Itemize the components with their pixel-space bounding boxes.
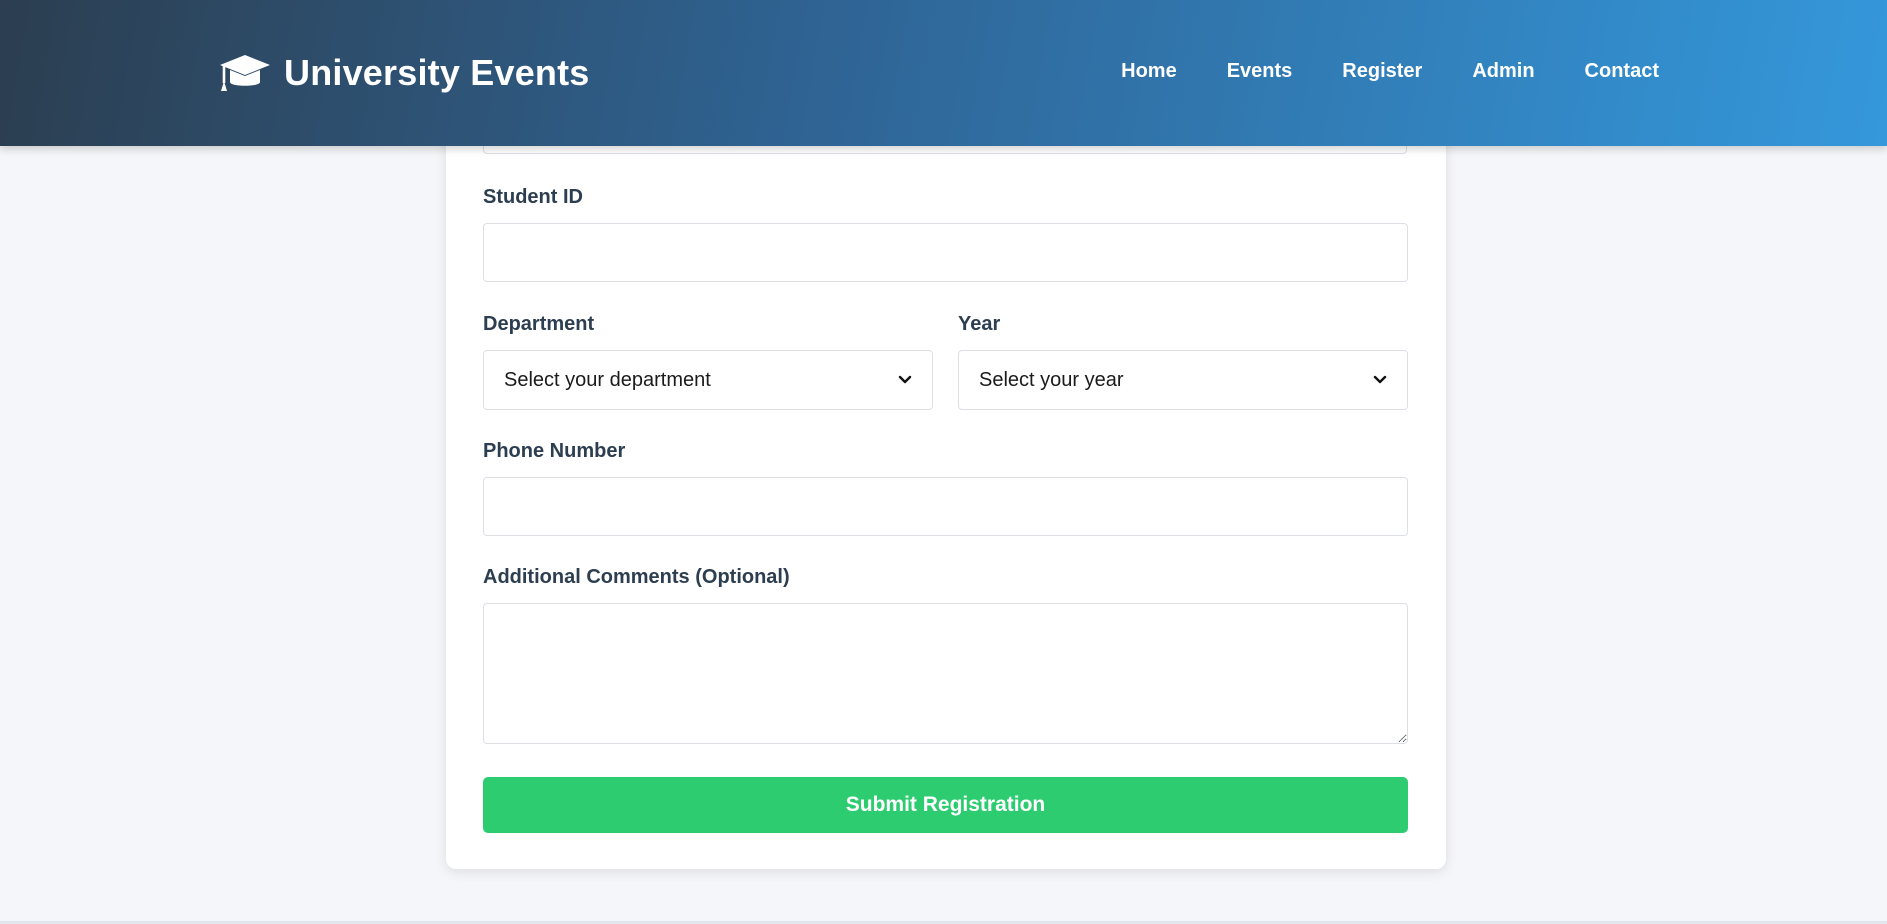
nav-events[interactable]: Events (1227, 60, 1293, 83)
chevron-down-icon (1373, 375, 1387, 384)
year-select-value: Select your year (979, 368, 1124, 391)
brand-title: University Events (284, 52, 590, 93)
comments-textarea[interactable] (483, 603, 1408, 744)
brand[interactable]: University Events (218, 50, 590, 96)
student-id-label: Student ID (483, 186, 583, 208)
nav-register[interactable]: Register (1342, 60, 1422, 83)
graduation-cap-icon (220, 55, 270, 91)
submit-registration-button[interactable]: Submit Registration (483, 777, 1408, 833)
comments-label: Additional Comments (Optional) (483, 566, 790, 588)
phone-number-label: Phone Number (483, 440, 626, 462)
site-header: University Events Home Events Register A… (0, 0, 1887, 146)
chevron-down-icon (898, 375, 912, 384)
year-select[interactable]: Select your year (958, 350, 1408, 410)
nav-home[interactable]: Home (1121, 60, 1177, 83)
nav-admin[interactable]: Admin (1472, 60, 1534, 83)
year-label: Year (958, 313, 1001, 335)
department-label: Department (483, 313, 595, 335)
department-select[interactable]: Select your department (483, 350, 933, 410)
main-nav: Home Events Register Admin Contact (1121, 60, 1659, 83)
registration-form-card (446, 60, 1446, 869)
phone-number-input[interactable] (483, 477, 1408, 536)
student-id-input[interactable] (483, 223, 1408, 282)
nav-contact[interactable]: Contact (1585, 60, 1659, 83)
department-select-value: Select your department (504, 368, 711, 391)
